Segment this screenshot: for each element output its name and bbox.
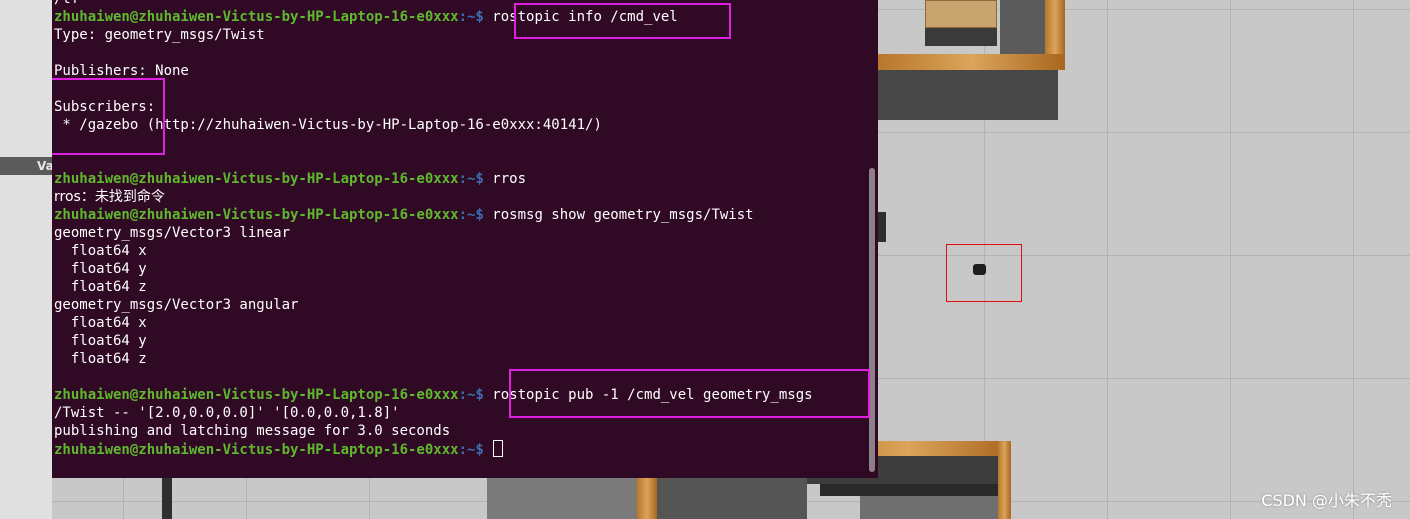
msg-line: geometry_msgs/Vector3 linear xyxy=(54,225,291,241)
command-text: rros xyxy=(492,171,527,187)
shelf-inner-top xyxy=(1000,0,1045,54)
shelf-frame-top-bar xyxy=(878,54,1065,70)
csdn-watermark: CSDN @小朱不秃 xyxy=(1261,491,1392,510)
terminal-cursor[interactable] xyxy=(493,440,504,457)
highlight-subscribers xyxy=(52,78,165,155)
prompt-path: :~$ xyxy=(458,207,493,223)
shelf-post-bottom xyxy=(637,478,657,519)
shelf-grey-strip xyxy=(860,496,998,519)
terminal-line: Type: geometry_msgs/Twist xyxy=(54,27,265,43)
msg-line: float64 y xyxy=(54,261,147,277)
prompt-line: zhuhaiwen@zhuhaiwen-Victus-by-HP-Laptop-… xyxy=(54,206,864,224)
prompt-path: :~$ xyxy=(458,171,493,187)
terminal-line: Publishers: None xyxy=(54,63,189,79)
highlight-pub-command xyxy=(509,369,870,418)
shelf-shadow-top xyxy=(878,70,1058,120)
prompt-path: :~$ xyxy=(458,387,493,403)
shelf-frame-bottom-side xyxy=(998,441,1011,519)
msg-line: float64 x xyxy=(54,243,147,259)
scene-left-edge xyxy=(162,478,172,519)
highlight-info-command xyxy=(514,3,731,39)
prompt-line: zhuhaiwen@zhuhaiwen-Victus-by-HP-Laptop-… xyxy=(54,8,864,26)
prompt-line: zhuhaiwen@zhuhaiwen-Victus-by-HP-Laptop-… xyxy=(54,440,864,458)
msg-line: float64 z xyxy=(54,351,147,367)
msg-line: float64 y xyxy=(54,333,147,349)
terminal-window[interactable]: /tf zhuhaiwen@zhuhaiwen-Victus-by-HP-Lap… xyxy=(52,0,878,478)
shelf-inner-bottom xyxy=(657,478,807,519)
terminal-line: * /gazebo (http://zhuhaiwen-Victus-by-HP… xyxy=(54,117,602,133)
prompt-path: :~$ xyxy=(458,442,493,458)
terminal-line: /tf xyxy=(54,0,864,8)
gazebo-side-panel xyxy=(0,0,52,519)
shelf-table-top xyxy=(925,0,997,28)
msg-line: geometry_msgs/Vector3 angular xyxy=(54,297,299,313)
msg-line: float64 z xyxy=(54,279,147,295)
terminal-scrollbar-thumb[interactable] xyxy=(869,168,875,472)
prompt-user: zhuhaiwen@zhuhaiwen-Victus-by-HP-Laptop-… xyxy=(54,387,459,403)
terminal-line: publishing and latching message for 3.0 … xyxy=(54,423,451,439)
prompt-line: zhuhaiwen@zhuhaiwen-Victus-by-HP-Laptop-… xyxy=(54,170,864,188)
prompt-user: zhuhaiwen@zhuhaiwen-Victus-by-HP-Laptop-… xyxy=(54,171,459,187)
shelf-table-base xyxy=(925,28,997,46)
shelf-black-base xyxy=(820,484,998,496)
msg-line: float64 x xyxy=(54,315,147,331)
robot-model[interactable] xyxy=(973,264,986,275)
prompt-user: zhuhaiwen@zhuhaiwen-Victus-by-HP-Laptop-… xyxy=(54,207,459,223)
terminal-error-line: rros：未找到命令 xyxy=(54,189,165,205)
scene-post xyxy=(878,212,886,242)
shelf-floor-bottom xyxy=(487,478,637,519)
prompt-user: zhuhaiwen@zhuhaiwen-Victus-by-HP-Laptop-… xyxy=(54,442,459,458)
terminal-line: Subscribers: xyxy=(54,99,156,115)
gazebo-panel-tab[interactable]: Va xyxy=(0,157,52,175)
prompt-user: zhuhaiwen@zhuhaiwen-Victus-by-HP-Laptop-… xyxy=(54,9,459,25)
prompt-path: :~$ xyxy=(458,9,493,25)
command-text: rosmsg show geometry_msgs/Twist xyxy=(492,207,754,223)
